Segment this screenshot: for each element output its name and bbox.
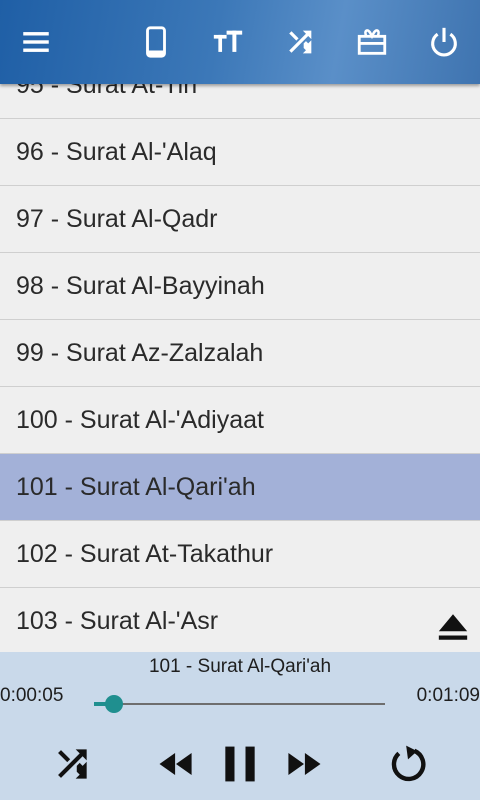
list-item-label: 96 - Surat Al-'Alaq [16, 137, 217, 166]
top-toolbar [0, 0, 480, 84]
list-item[interactable]: 98 - Surat Al-Bayyinah [0, 253, 480, 320]
screen-on-button[interactable] [134, 20, 178, 64]
text-size-button[interactable] [206, 20, 250, 64]
shuffle-toolbar-button[interactable] [278, 20, 322, 64]
list-item-label: 97 - Surat Al-Qadr [16, 204, 218, 233]
pause-button[interactable] [216, 740, 264, 788]
list-item-selected[interactable]: 101 - Surat Al-Qari'ah [0, 454, 480, 521]
shuffle-icon [289, 30, 312, 54]
seek-bar[interactable] [94, 703, 385, 705]
menu-icon [23, 32, 49, 52]
list-item[interactable]: 102 - Surat At-Takathur [0, 521, 480, 588]
list-item-label: 103 - Surat Al-'Asr [16, 606, 219, 635]
duration: 0:01:09 [416, 685, 480, 706]
list-item[interactable]: 103 - Surat Al-'Asr [0, 588, 480, 652]
list-item[interactable]: 97 - Surat Al-Qadr [0, 186, 480, 253]
shuffle-button[interactable] [48, 740, 96, 788]
gift-icon [357, 29, 387, 55]
list-item[interactable]: 99 - Surat Az-Zalzalah [0, 320, 480, 387]
list-item-label: 101 - Surat Al-Qari'ah [16, 472, 256, 501]
list-item-label: 100 - Surat Al-'Adiyaat [16, 405, 264, 434]
now-playing-title: 101 - Surat Al-Qari'ah [148, 656, 332, 677]
list-item-label: 99 - Surat Az-Zalzalah [16, 338, 264, 367]
shuffle-icon [58, 749, 87, 779]
phone-icon [146, 26, 166, 58]
menu-button[interactable] [14, 20, 58, 64]
power-button[interactable] [422, 20, 466, 64]
text-size-icon [213, 30, 243, 52]
pause-icon [225, 746, 255, 782]
rewind-button[interactable] [152, 740, 200, 788]
list-item-label: 98 - Surat Al-Bayyinah [16, 271, 265, 300]
list-item[interactable]: 96 - Surat Al-'Alaq [0, 119, 480, 186]
repeat-icon [391, 745, 426, 782]
power-icon [431, 27, 457, 57]
rewind-icon [159, 753, 192, 775]
collapse-player-button[interactable] [436, 610, 470, 644]
repeat-button[interactable] [384, 740, 432, 788]
fast-forward-button[interactable] [280, 740, 328, 788]
fast-forward-icon [288, 753, 321, 775]
audio-player: 101 - Surat Al-Qari'ah 0:00:05 0:01:09 [0, 652, 480, 800]
seek-thumb[interactable] [105, 695, 124, 713]
gift-button[interactable] [350, 20, 394, 64]
list-item-label: 102 - Surat At-Takathur [16, 539, 274, 568]
eject-icon [438, 614, 468, 640]
current-time: 0:00:05 [0, 685, 64, 706]
surah-list[interactable]: 95 - Surat At-Tin 96 - Surat Al-'Alaq 97… [0, 52, 480, 652]
list-item[interactable]: 100 - Surat Al-'Adiyaat [0, 387, 480, 454]
